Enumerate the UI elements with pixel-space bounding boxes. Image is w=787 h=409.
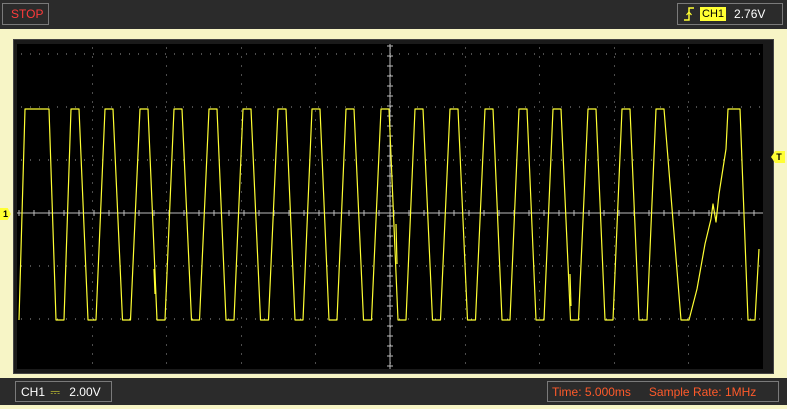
- top-status-bar: STOP CH1 2.76V: [0, 0, 787, 29]
- bottom-info-bar: CH1 ⎓ 2.00V Time: 5.000ms Sample Rate: 1M…: [0, 378, 787, 405]
- trigger-level: 2.76V: [734, 7, 766, 21]
- channel-name: CH1: [21, 385, 46, 399]
- trigger-marker-label: T: [776, 152, 782, 162]
- time-per-div: Time: 5.000ms: [552, 385, 631, 399]
- run-stop-status[interactable]: STOP: [2, 3, 49, 25]
- dc-coupling-icon: ⎓: [50, 385, 60, 399]
- rising-edge-icon: [684, 7, 694, 21]
- run-stop-label: STOP: [11, 7, 44, 21]
- trigger-info[interactable]: CH1 2.76V: [677, 3, 783, 25]
- timebase-box[interactable]: Time: 5.000ms Sample Rate: 1MHz: [547, 381, 779, 402]
- ch1-level-marker[interactable]: 1: [0, 208, 11, 220]
- oscilloscope-screen[interactable]: [17, 44, 763, 369]
- channel-scale-box[interactable]: CH1 ⎓ 2.00V: [15, 381, 112, 402]
- trigger-channel: CH1: [700, 7, 727, 21]
- ch1-marker-label: 1: [2, 209, 8, 219]
- channel-scale: 2.00V: [69, 385, 101, 399]
- sample-rate: Sample Rate: 1MHz: [648, 385, 757, 399]
